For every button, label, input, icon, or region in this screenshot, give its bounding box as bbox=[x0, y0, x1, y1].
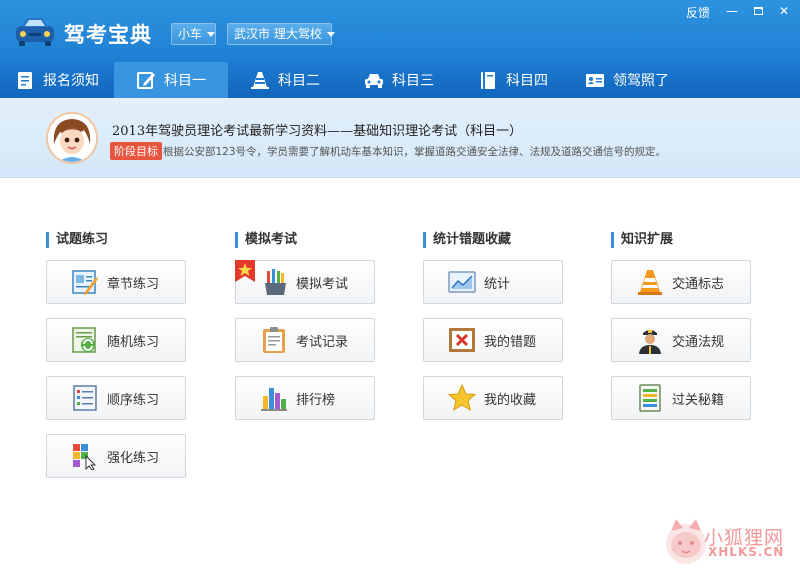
section-knowledge: 知识扩展 bbox=[611, 232, 673, 248]
car-logo-icon bbox=[16, 18, 54, 46]
tile-label: 排行榜 bbox=[296, 392, 336, 408]
section-mock-exam: 模拟考试 bbox=[235, 232, 297, 248]
vehicle-type-select[interactable]: 小车 bbox=[171, 23, 216, 45]
avatar-icon bbox=[48, 114, 96, 162]
tab-label: 报名须知 bbox=[43, 73, 99, 89]
title-bar: 驾考宝典 小车 武汉市 理大驾校 反馈 — ✕ bbox=[0, 0, 800, 62]
section-title: 统计错题收藏 bbox=[423, 232, 511, 248]
intensive-practice-button[interactable]: 强化练习 bbox=[46, 434, 186, 478]
pass-tips-button[interactable]: 过关秘籍 bbox=[611, 376, 751, 420]
tile-label: 交通标志 bbox=[672, 276, 725, 292]
tab-label: 领驾照了 bbox=[613, 73, 669, 89]
watermark-url: XHLKS.CN bbox=[708, 545, 785, 559]
framed-x-icon bbox=[449, 328, 475, 352]
tile-label: 顺序练习 bbox=[107, 392, 160, 408]
tile-label: 我的收藏 bbox=[484, 392, 537, 408]
leaderboard-button[interactable]: 排行榜 bbox=[235, 376, 375, 420]
chapter-edit-icon bbox=[72, 270, 98, 295]
feedback-link[interactable]: 反馈 bbox=[686, 4, 710, 21]
my-mistakes-button[interactable]: 我的错题 bbox=[423, 318, 563, 362]
edit-icon bbox=[137, 72, 155, 89]
section-title: 知识扩展 bbox=[611, 232, 673, 248]
list-icon bbox=[73, 385, 97, 411]
traffic-cone-icon bbox=[638, 270, 662, 295]
id-card-icon bbox=[586, 74, 604, 87]
line-chart-icon bbox=[448, 271, 476, 293]
blocks-cursor-icon bbox=[73, 444, 97, 470]
bar-chart-icon bbox=[261, 388, 287, 411]
tab-label: 科目四 bbox=[506, 73, 548, 89]
stage-goal-badge: 阶段目标 bbox=[110, 142, 162, 160]
tile-label: 考试记录 bbox=[296, 334, 349, 350]
statistics-button[interactable]: 统计 bbox=[423, 260, 563, 304]
checklist-icon bbox=[639, 384, 661, 412]
tab-registration[interactable]: 报名须知 bbox=[0, 62, 114, 98]
tab-label: 科目三 bbox=[392, 73, 434, 89]
vehicle-type-value: 小车 bbox=[178, 27, 203, 41]
my-favorites-button[interactable]: 我的收藏 bbox=[423, 376, 563, 420]
close-button[interactable]: ✕ bbox=[773, 3, 795, 19]
tile-label: 交通法规 bbox=[672, 334, 725, 350]
tile-label: 模拟考试 bbox=[296, 276, 349, 292]
section-practice: 试题练习 bbox=[46, 232, 108, 248]
banner-title: 2013年驾驶员理论考试最新学习资料——基础知识理论考试（科目一） bbox=[112, 124, 523, 139]
star-ribbon-icon bbox=[235, 260, 255, 282]
police-officer-icon bbox=[639, 330, 661, 354]
pencils-cup-icon bbox=[265, 269, 286, 295]
tab-subject-2[interactable]: 科目二 bbox=[228, 62, 342, 98]
star-icon bbox=[448, 384, 476, 412]
exam-records-button[interactable]: 考试记录 bbox=[235, 318, 375, 362]
app-title: 驾考宝典 bbox=[64, 23, 152, 47]
tab-subject-1[interactable]: 科目一 bbox=[114, 62, 228, 98]
banner-description: 根据公安部123号令，学员需要了解机动车基本知识，掌握道路交通安全法律、法规及道… bbox=[163, 146, 667, 158]
section-title: 试题练习 bbox=[46, 232, 108, 248]
subject-nav: 报名须知 科目一 科目二 科目三 科目四 领驾照了 bbox=[0, 62, 800, 98]
book-icon bbox=[481, 72, 495, 89]
location-school-select[interactable]: 武汉市 理大驾校 bbox=[227, 23, 335, 45]
random-practice-button[interactable]: 随机练习 bbox=[46, 318, 186, 362]
coach-avatar bbox=[46, 112, 98, 164]
clipboard-record-icon bbox=[263, 327, 285, 353]
chapter-practice-button[interactable]: 章节练习 bbox=[46, 260, 186, 304]
clipboard-icon bbox=[18, 72, 32, 89]
tile-label: 过关秘籍 bbox=[672, 392, 725, 408]
tile-label: 统计 bbox=[484, 276, 511, 292]
traffic-laws-button[interactable]: 交通法规 bbox=[611, 318, 751, 362]
section-title: 模拟考试 bbox=[235, 232, 297, 248]
shuffle-icon bbox=[72, 327, 96, 353]
info-banner: 2013年驾驶员理论考试最新学习资料——基础知识理论考试（科目一） 阶段目标 根… bbox=[0, 98, 800, 178]
tile-label: 我的错题 bbox=[484, 334, 537, 350]
traffic-signs-button[interactable]: 交通标志 bbox=[611, 260, 751, 304]
tab-label: 科目二 bbox=[278, 73, 320, 89]
chevron-down-icon bbox=[207, 32, 216, 37]
tab-subject-4[interactable]: 科目四 bbox=[456, 62, 570, 98]
tab-subject-3[interactable]: 科目三 bbox=[342, 62, 456, 98]
mock-exam-button[interactable]: 模拟考试 bbox=[235, 260, 375, 304]
chevron-down-icon bbox=[326, 32, 335, 37]
minimize-button[interactable]: — bbox=[721, 3, 743, 19]
tile-label: 随机练习 bbox=[107, 334, 160, 350]
tile-label: 章节练习 bbox=[107, 276, 160, 292]
traffic-cone-icon bbox=[251, 72, 269, 89]
tab-get-license[interactable]: 领驾照了 bbox=[570, 62, 684, 98]
section-stats: 统计错题收藏 bbox=[423, 232, 511, 248]
main-panel: 试题练习 章节练习 随机练习 顺序练习 强化练习 模拟考试 模拟考试 考试记录 … bbox=[0, 179, 800, 569]
maximize-button[interactable] bbox=[747, 3, 769, 19]
car-icon bbox=[365, 74, 383, 88]
tab-label: 科目一 bbox=[164, 73, 206, 89]
sequential-practice-button[interactable]: 顺序练习 bbox=[46, 376, 186, 420]
maximize-icon bbox=[753, 7, 763, 15]
location-school-value: 武汉市 理大驾校 bbox=[234, 27, 322, 41]
tile-label: 强化练习 bbox=[107, 450, 160, 466]
